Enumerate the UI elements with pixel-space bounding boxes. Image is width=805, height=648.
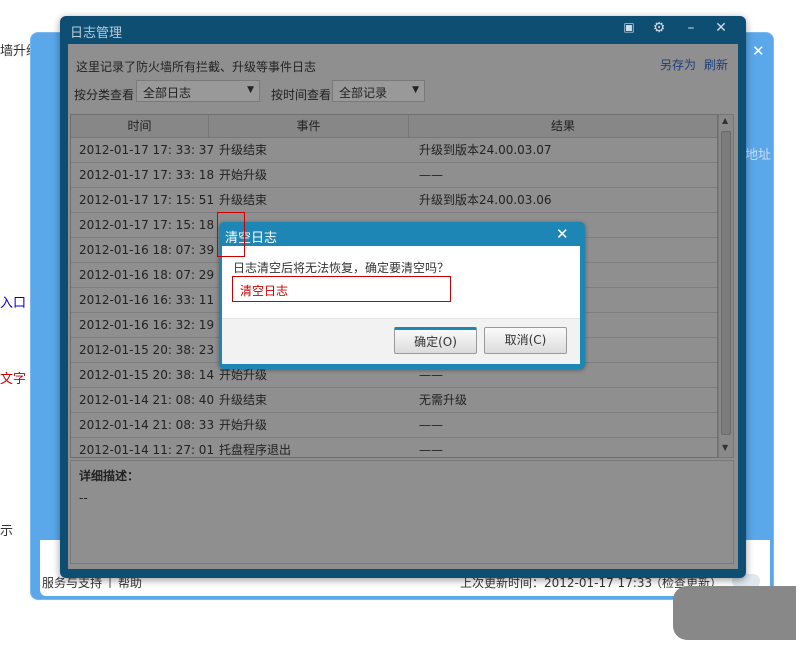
- cell-time: 2012-01-14 21: 08: 40: [79, 393, 215, 407]
- cell-result: ——: [419, 443, 443, 457]
- cell-event: 升级结束: [219, 143, 268, 157]
- cell-time: 2012-01-14 21: 08: 33: [79, 418, 215, 432]
- bg-text: 地址: [745, 148, 772, 163]
- category-value: 全部日志: [143, 86, 192, 100]
- dialog-close-icon[interactable]: ✕: [556, 225, 569, 243]
- cell-event: 开始升级: [219, 418, 268, 432]
- cell-time: 2012-01-17 17: 15: 51: [79, 193, 215, 207]
- cell-time: 2012-01-16 16: 32: 19: [79, 318, 215, 332]
- detail-panel: 详细描述： --: [70, 460, 734, 564]
- scrollbar[interactable]: ▲ ▼: [718, 114, 734, 458]
- dropdown-arrow-icon: ▼: [412, 85, 419, 95]
- cell-time: 2012-01-15 20: 38: 14: [79, 368, 215, 382]
- column-header-result[interactable]: 结果: [409, 115, 717, 137]
- bg-text: 示: [0, 524, 14, 539]
- cell-event: 开始升级: [219, 168, 268, 182]
- table-row[interactable]: 2012-01-17 17: 33: 18 开始升级 ——: [71, 163, 717, 188]
- scroll-up-icon[interactable]: ▲: [722, 116, 728, 125]
- clear-log-dialog: 清空日志 ✕ 日志清空后将无法恢复，确定要清空吗？ 清空日志 确定(O) 取消(…: [219, 222, 585, 369]
- ok-button[interactable]: 确定(O): [394, 327, 477, 354]
- save-as-link[interactable]: 另存为: [660, 56, 696, 73]
- category-select[interactable]: 全部日志 ▼: [136, 80, 260, 102]
- watermark-logo: [673, 586, 796, 640]
- bg-close-icon[interactable]: ✕: [752, 42, 765, 60]
- annotation-box: [217, 212, 245, 257]
- detail-value: --: [79, 491, 88, 505]
- refresh-link[interactable]: 刷新: [704, 56, 728, 73]
- cell-event: 升级结束: [219, 393, 268, 407]
- table-row[interactable]: 2012-01-17 17: 33: 37 升级结束 升级到版本24.00.03.0…: [71, 138, 717, 163]
- cell-result: 升级到版本24.00.03.07: [419, 143, 552, 157]
- table-row[interactable]: 2012-01-14 11: 27: 01 托盘程序退出 ——: [71, 438, 717, 457]
- cell-time: 2012-01-16 18: 07: 39: [79, 243, 215, 257]
- cell-time: 2012-01-14 11: 27: 01: [79, 443, 215, 457]
- menu-icon[interactable]: ▣: [620, 20, 638, 34]
- table-row[interactable]: 2012-01-14 21: 08: 33 开始升级 ——: [71, 413, 717, 438]
- cell-result: 升级到版本24.00.03.06: [419, 193, 552, 207]
- cell-result: ——: [419, 418, 443, 432]
- gear-icon[interactable]: ⚙: [650, 20, 668, 36]
- dialog-message: 日志清空后将无法恢复，确定要清空吗？: [233, 261, 450, 275]
- table-row[interactable]: 2012-01-14 21: 08: 40 升级结束 无需升级: [71, 388, 717, 413]
- category-label: 按分类查看: [74, 88, 135, 102]
- description: 这里记录了防火墙所有拦截、升级等事件日志: [76, 60, 317, 74]
- close-icon[interactable]: ✕: [712, 20, 730, 36]
- cell-time: 2012-01-17 17: 15: 18: [79, 218, 215, 232]
- minimize-icon[interactable]: –: [682, 20, 700, 36]
- table-row[interactable]: 2012-01-17 17: 15: 51 升级结束 升级到版本24.00.03.0…: [71, 188, 717, 213]
- cell-result: ——: [419, 168, 443, 182]
- highlight-annotation: 清空日志: [232, 276, 451, 302]
- cell-time: 2012-01-15 20: 38: 23: [79, 343, 215, 357]
- cell-time: 2012-01-16 18: 07: 29: [79, 268, 215, 282]
- cancel-button[interactable]: 取消(C): [484, 327, 567, 354]
- window-title: 日志管理: [70, 26, 123, 41]
- bg-link[interactable]: 入口: [0, 292, 26, 311]
- column-header-time[interactable]: 时间: [71, 115, 209, 137]
- bg-text: 文字: [0, 372, 27, 387]
- dropdown-arrow-icon: ▼: [247, 85, 254, 95]
- time-select[interactable]: 全部记录 ▼: [332, 80, 425, 102]
- cell-time: 2012-01-17 17: 33: 18: [79, 168, 215, 182]
- detail-label: 详细描述：: [79, 469, 140, 483]
- column-header-event[interactable]: 事件: [209, 115, 409, 137]
- time-value: 全部记录: [339, 86, 388, 100]
- scroll-down-icon[interactable]: ▼: [722, 443, 728, 452]
- cell-time: 2012-01-17 17: 33: 37: [79, 143, 215, 157]
- time-label: 按时间查看: [271, 88, 332, 102]
- cell-result: 无需升级: [419, 393, 468, 407]
- cell-event: 升级结束: [219, 193, 268, 207]
- cell-time: 2012-01-16 16: 33: 11: [79, 293, 215, 307]
- scrollbar-thumb[interactable]: [721, 131, 731, 435]
- cell-event: 托盘程序退出: [219, 443, 292, 457]
